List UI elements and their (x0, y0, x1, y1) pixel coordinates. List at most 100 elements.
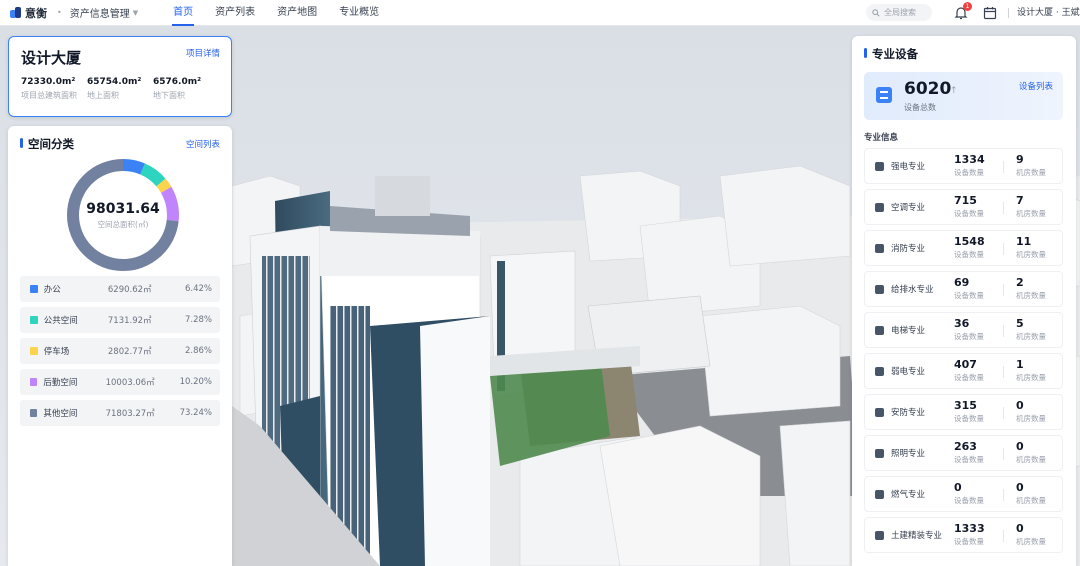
device-count-label: 设备数量 (954, 537, 984, 546)
space-percent: 2.86% (184, 346, 212, 356)
tab-discipline-overview[interactable]: 专业概览 (328, 0, 390, 26)
fire-extinguisher-icon (875, 243, 884, 253)
discipline-row[interactable]: 给排水专业 69 设备数量 2 机房数量 (864, 271, 1063, 307)
equipment-total-card: 6020 ↑ 设备总数 设备列表 (864, 72, 1063, 120)
room-count-block: 0 机房数量 (1016, 399, 1046, 424)
room-count-label: 机房数量 (1016, 250, 1046, 259)
space-row-logistics[interactable]: 后勤空间 10003.06㎡ 10.20% (20, 369, 220, 395)
discipline-name: 土建精装专业 (891, 531, 943, 541)
monitor-icon (875, 366, 884, 376)
building-grid-icon (875, 530, 884, 540)
project-detail-link[interactable]: 项目详情 (186, 47, 220, 59)
space-name: 公共空间 (43, 316, 78, 326)
space-list-link[interactable]: 空间列表 (186, 138, 220, 150)
stat-value: 72330.0m² (21, 77, 76, 87)
discipline-row[interactable]: 土建精装专业 1333 设备数量 0 机房数量 (864, 517, 1063, 553)
camera-icon (875, 407, 884, 417)
space-row-office[interactable]: 办公 6290.62㎡ 6.42% (20, 276, 220, 302)
room-count: 7 (1016, 194, 1024, 207)
discipline-row[interactable]: 消防专业 1548 设备数量 11 机房数量 (864, 230, 1063, 266)
row-divider (1003, 530, 1004, 542)
notification-badge: 1 (963, 2, 972, 11)
device-count-label: 设备数量 (954, 496, 984, 505)
legend-swatch (30, 316, 38, 324)
top-bar: 意衡 • 资产信息管理 ▼ 首页 资产列表 资产地图 专业概览 全局搜索 1 设… (0, 0, 1080, 26)
room-count: 9 (1016, 153, 1024, 166)
space-category-list: 办公 6290.62㎡ 6.42% 公共空间 7131.92㎡ 7.28% 停车… (20, 276, 220, 431)
room-count-block: 0 机房数量 (1016, 440, 1046, 465)
equipment-list-link[interactable]: 设备列表 (1019, 80, 1053, 92)
stat-label: 地上面积 (87, 91, 119, 100)
discipline-row[interactable]: 强电专业 1334 设备数量 9 机房数量 (864, 148, 1063, 184)
space-classification-panel: 空间分类 空间列表 98031.64 空间总面积(㎡) 办公 6290.62㎡ … (8, 126, 232, 566)
stat-value: 65754.0m² (87, 77, 142, 87)
device-count-label: 设备数量 (954, 168, 984, 177)
room-count-block: 7 机房数量 (1016, 194, 1046, 219)
discipline-row[interactable]: 空调专业 715 设备数量 7 机房数量 (864, 189, 1063, 225)
row-divider (1003, 448, 1004, 460)
device-count: 407 (954, 358, 977, 371)
device-count-block: 0 设备数量 (954, 481, 984, 506)
discipline-row[interactable]: 安防专业 315 设备数量 0 机房数量 (864, 394, 1063, 430)
search-icon (872, 8, 880, 17)
device-count-block: 407 设备数量 (954, 358, 984, 383)
device-count-label: 设备数量 (954, 332, 984, 341)
building-info-card[interactable]: 设计大厦 项目详情 72330.0m² 项目总建筑面积 65754.0m² 地上… (8, 36, 232, 117)
module-dropdown[interactable]: 资产信息管理 ▼ (70, 5, 138, 21)
app-name: 意衡 (25, 6, 47, 20)
tab-asset-map[interactable]: 资产地图 (266, 0, 328, 26)
discipline-name: 燃气专业 (891, 490, 926, 500)
space-percent: 73.24% (179, 408, 212, 418)
discipline-list: 强电专业 1334 设备数量 9 机房数量 空调专业 715 设备数量 7 机房数量 消防专业 154… (864, 148, 1063, 558)
tab-asset-list[interactable]: 资产列表 (204, 0, 266, 26)
tab-home[interactable]: 首页 (162, 0, 204, 26)
room-count: 0 (1016, 440, 1024, 453)
app-logo[interactable]: 意衡 (10, 5, 47, 21)
device-count: 715 (954, 194, 977, 207)
discipline-name: 电梯专业 (891, 326, 926, 336)
device-count-block: 315 设备数量 (954, 399, 984, 424)
legend-swatch (30, 285, 38, 293)
logo-icon (10, 7, 21, 18)
legend-swatch (30, 347, 38, 355)
donut-total-value: 98031.64 (86, 200, 160, 217)
space-area: 7131.92㎡ (107, 316, 152, 326)
device-count-label: 设备数量 (954, 373, 984, 382)
discipline-name: 给排水专业 (891, 285, 934, 295)
room-count-label: 机房数量 (1016, 537, 1046, 546)
room-count-block: 11 机房数量 (1016, 235, 1046, 260)
calendar-button[interactable] (982, 5, 998, 21)
space-row-public[interactable]: 公共空间 7131.92㎡ 7.28% (20, 307, 220, 333)
global-search-input[interactable]: 全局搜索 (866, 4, 932, 21)
legend-swatch (30, 378, 38, 386)
lightning-icon (875, 161, 884, 171)
discipline-row[interactable]: 电梯专业 36 设备数量 5 机房数量 (864, 312, 1063, 348)
row-divider (1003, 202, 1004, 214)
building-stats: 72330.0m² 项目总建筑面积 65754.0m² 地上面积 6576.0m… (21, 77, 219, 101)
space-row-other[interactable]: 其他空间 71803.27㎡ 73.24% (20, 400, 220, 426)
room-count: 2 (1016, 276, 1024, 289)
discipline-row[interactable]: 弱电专业 407 设备数量 1 机房数量 (864, 353, 1063, 389)
donut-center: 98031.64 空间总面积(㎡) (64, 156, 182, 274)
space-name: 其他空间 (43, 409, 78, 419)
room-count-block: 0 机房数量 (1016, 522, 1046, 547)
discipline-name: 空调专业 (891, 203, 926, 213)
row-divider (1003, 284, 1004, 296)
device-count-block: 69 设备数量 (954, 276, 984, 301)
device-count: 1334 (954, 153, 985, 166)
discipline-name: 照明专业 (891, 449, 926, 459)
space-row-parking[interactable]: 停车场 2802.77㎡ 2.86% (20, 338, 220, 364)
room-count: 0 (1016, 481, 1024, 494)
room-count-block: 2 机房数量 (1016, 276, 1046, 301)
space-area: 71803.27㎡ (105, 409, 155, 419)
device-count-block: 1548 设备数量 (954, 235, 985, 260)
space-percent: 7.28% (184, 315, 212, 325)
flame-icon (875, 489, 884, 499)
notification-button[interactable]: 1 (953, 2, 972, 21)
user-menu[interactable]: 设计大厦 · 王斌 (1017, 0, 1080, 26)
device-count-label: 设备数量 (954, 455, 984, 464)
device-count: 315 (954, 399, 977, 412)
discipline-row[interactable]: 燃气专业 0 设备数量 0 机房数量 (864, 476, 1063, 512)
discipline-row[interactable]: 照明专业 263 设备数量 0 机房数量 (864, 435, 1063, 471)
elevator-icon (875, 325, 884, 335)
